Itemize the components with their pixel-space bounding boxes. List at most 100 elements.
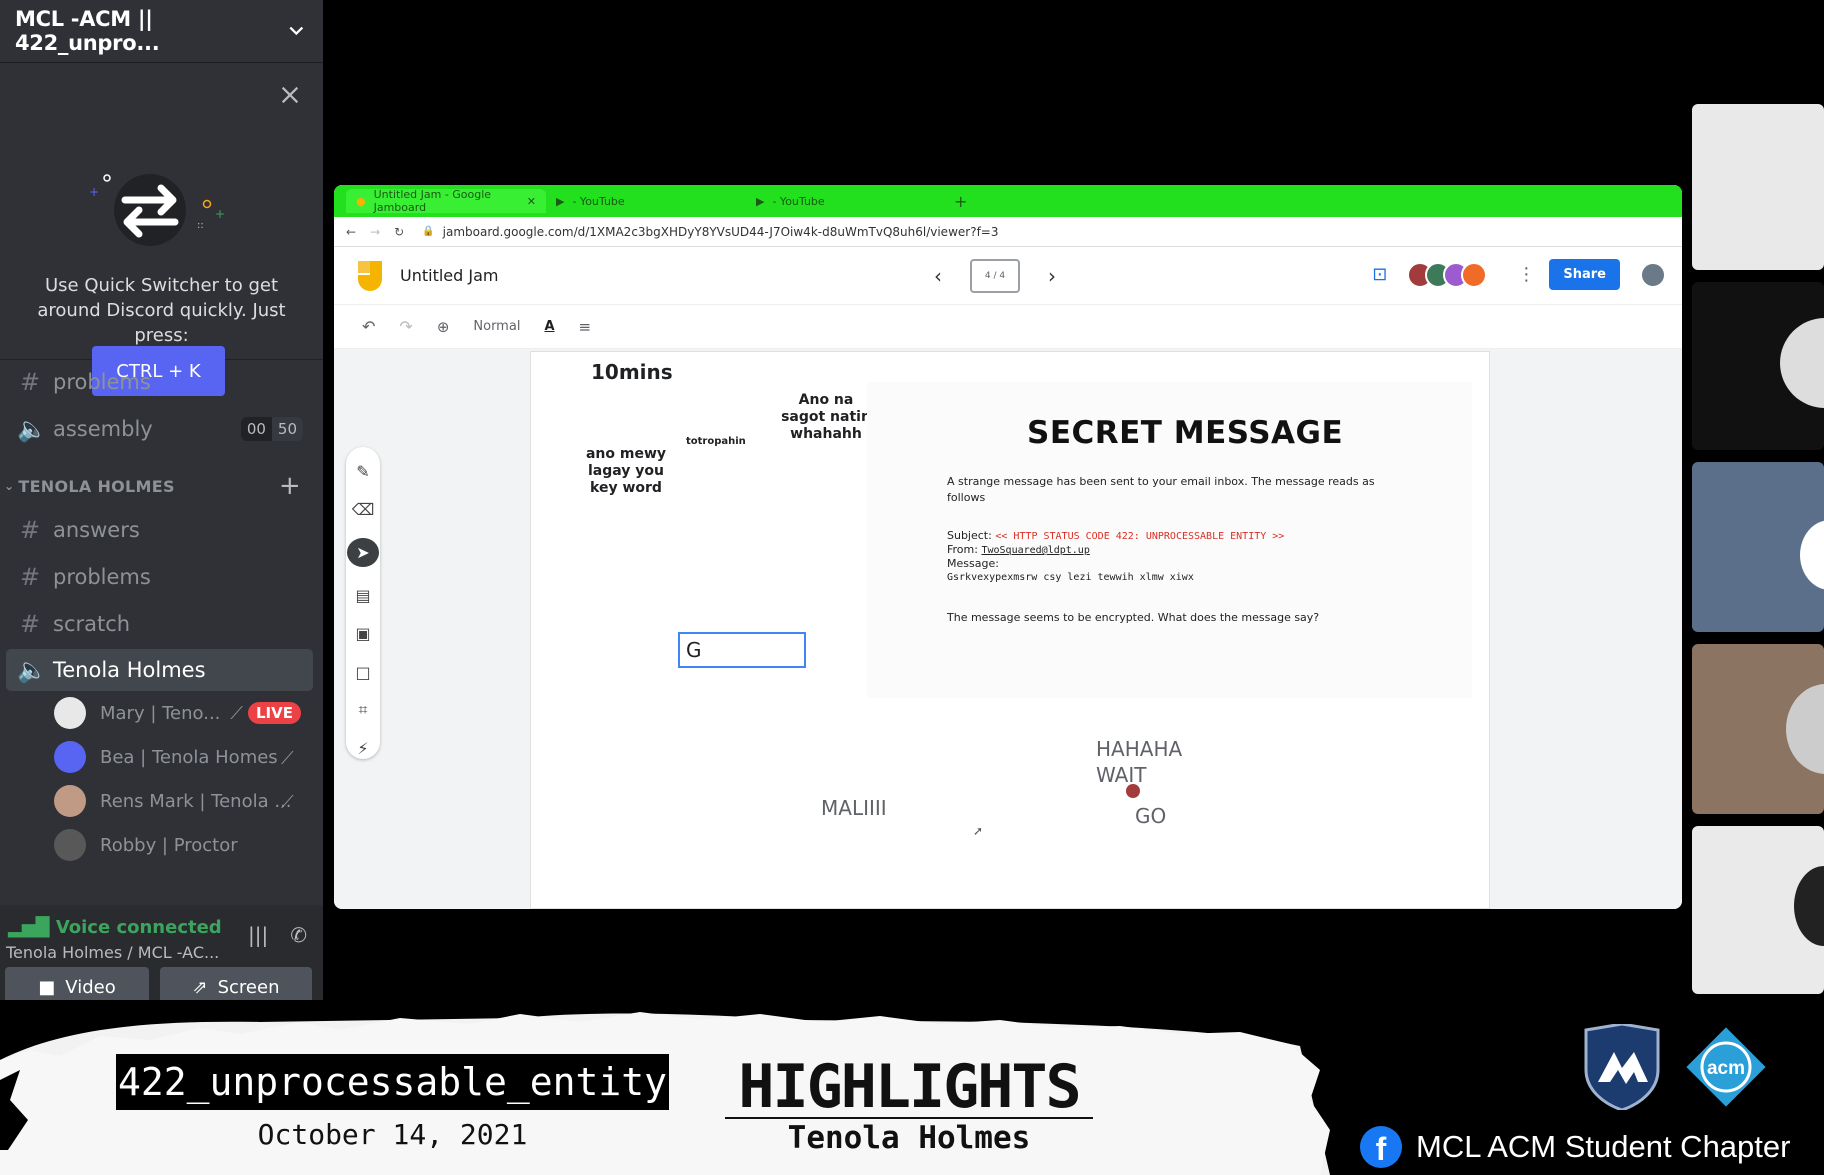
jamboard-logo-icon xyxy=(358,260,382,291)
category-tenola-holmes[interactable]: ⌄ TENOLA HOLMES + xyxy=(0,466,323,506)
participant-tile[interactable] xyxy=(1692,282,1824,450)
server-name: MCL -ACM || 422_unpro... xyxy=(15,7,160,55)
sticky-note-icon[interactable]: ▤ xyxy=(352,585,374,605)
close-icon[interactable] xyxy=(279,84,301,106)
sticky-timer[interactable]: 10mins xyxy=(591,360,673,384)
noise-suppression-icon[interactable]: ||| xyxy=(248,923,268,947)
url-input[interactable]: jamboard.google.com/d/1XMA2c3bgXHDyY8YVs… xyxy=(443,225,999,239)
collaborator-avatars xyxy=(1407,261,1488,288)
voice-member-rens[interactable]: Rens Mark | Tenola ... ⟋ xyxy=(0,779,323,823)
jam-title[interactable]: Untitled Jam xyxy=(400,266,498,285)
account-avatar[interactable] xyxy=(1640,261,1666,288)
mouse-pointer-icon: ➚ xyxy=(973,824,984,838)
svg-text:+: + xyxy=(215,207,225,221)
voice-controls: ||| ✆ xyxy=(248,923,307,947)
image-icon[interactable]: ▣ xyxy=(352,624,374,644)
chapter-credit: f MCL ACM Student Chapter xyxy=(1360,1126,1790,1168)
secret-message-image[interactable]: SECRET MESSAGE A strange message has bee… xyxy=(867,382,1472,698)
speaker-icon: 🔈 xyxy=(17,656,47,684)
eraser-icon[interactable]: ⌫ xyxy=(352,499,375,519)
undo-icon[interactable]: ↶ xyxy=(362,317,375,336)
back-icon[interactable]: ← xyxy=(346,225,356,239)
sticky-totropahin[interactable]: totropahin xyxy=(686,436,746,448)
select-icon[interactable]: ➤ xyxy=(347,537,379,568)
voice-member-bea[interactable]: Bea | Tenola Homes ⟋ xyxy=(0,735,323,779)
present-icon[interactable]: ⊡ xyxy=(1372,264,1387,285)
close-tab-icon[interactable]: ✕ xyxy=(527,195,536,208)
swap-arrows-icon: + + :: xyxy=(89,174,225,246)
jam-board[interactable]: 10mins Ano na sagot natin whahahh totrop… xyxy=(530,351,1490,909)
prev-frame-icon[interactable]: ‹ xyxy=(934,264,942,288)
category-name: TENOLA HOLMES xyxy=(18,476,175,496)
add-channel-icon[interactable]: + xyxy=(279,471,301,501)
event-date: October 14, 2021 xyxy=(257,1118,528,1151)
participant-tile[interactable] xyxy=(1692,644,1824,814)
chevron-down-icon[interactable] xyxy=(286,20,307,42)
frame-bar-button[interactable]: 4 / 4 xyxy=(970,259,1020,293)
align-icon[interactable]: ≡ xyxy=(579,318,592,336)
screen-share-button[interactable]: ⇗ Screen xyxy=(160,967,312,1000)
tab-youtube-2[interactable]: ▶ - YouTube xyxy=(746,189,946,213)
drawing-tools: ✎ ⌫ ➤ ▤ ▣ □ ⌗ ⚡ xyxy=(346,447,380,759)
channel-answers[interactable]: # answers xyxy=(0,506,323,553)
quick-switcher-card: + + :: Use Quick Switcher to get around … xyxy=(0,62,323,396)
more-options-icon[interactable]: ⋮ xyxy=(1517,264,1535,285)
redo-icon[interactable]: ↷ xyxy=(399,317,412,336)
speaker-icon: 🔈 xyxy=(17,414,47,443)
jamboard-favicon: ● xyxy=(356,194,366,208)
scribble-hahaha[interactable]: HAHAHA xyxy=(1096,737,1182,761)
jamboard-header: Untitled Jam ‹ 4 / 4 › ⊡ ⋮ Share xyxy=(334,247,1682,305)
tab-jamboard[interactable]: ● Untitled Jam - Google Jamboard ✕ xyxy=(346,188,546,214)
mic-muted-icon: ⟋ xyxy=(281,748,294,769)
answer-text-box[interactable]: G xyxy=(678,632,806,668)
discord-sidebar: MCL -ACM || 422_unpro... + + :: Use Quic… xyxy=(0,0,323,1000)
channel-name: scratch xyxy=(53,611,131,636)
share-button[interactable]: Share xyxy=(1549,259,1620,290)
sticky-ano-mewy[interactable]: ano mewy lagay you key word xyxy=(581,446,671,496)
font-size-select[interactable]: Normal xyxy=(473,319,520,334)
channel-list: # problems 🔈 assembly 00 50 ⌄ TENOLA HOL… xyxy=(0,358,323,867)
highlights-subtitle: Tenola Holmes xyxy=(787,1120,1031,1156)
mic-muted-icon: ⟋ xyxy=(230,702,243,724)
server-header[interactable]: MCL -ACM || 422_unpro... xyxy=(0,0,323,62)
forward-icon[interactable]: → xyxy=(370,225,380,239)
laser-icon[interactable]: ⚡ xyxy=(352,739,374,759)
channel-problems-top[interactable]: # problems xyxy=(0,358,323,405)
voice-member-robby[interactable]: Robby | Proctor xyxy=(0,823,323,867)
scribble-maliiii[interactable]: MALIIII xyxy=(821,796,887,820)
text-color-icon[interactable]: A xyxy=(544,319,554,334)
youtube-favicon: ▶ xyxy=(756,194,765,208)
channel-scratch[interactable]: # scratch xyxy=(0,600,323,647)
screen-share-thumbnail[interactable] xyxy=(1692,104,1824,270)
channel-tenola-holmes-voice[interactable]: 🔈 Tenola Holmes xyxy=(6,649,313,691)
avatar xyxy=(1794,866,1824,946)
frame-navigator: ‹ 4 / 4 › xyxy=(934,259,1056,293)
hashtag-icon: # xyxy=(19,609,41,638)
signal-icon: ▂▅█ xyxy=(8,917,50,938)
pen-icon[interactable]: ✎ xyxy=(352,461,374,481)
channel-name: answers xyxy=(53,517,140,542)
user-limit-badge: 00 50 xyxy=(240,416,303,441)
disconnect-icon[interactable]: ✆ xyxy=(290,923,307,947)
participant-tile[interactable] xyxy=(1692,826,1824,994)
text-box-icon[interactable]: ⌗ xyxy=(352,700,374,720)
svg-text:+: + xyxy=(89,185,99,199)
video-button[interactable]: ■ Video xyxy=(5,967,149,1000)
zoom-icon[interactable]: ⊕ xyxy=(437,318,450,336)
reload-icon[interactable]: ↻ xyxy=(394,225,404,239)
new-tab-icon[interactable]: + xyxy=(954,192,967,211)
next-frame-icon[interactable]: › xyxy=(1048,264,1056,288)
tab-youtube-1[interactable]: ▶ - YouTube xyxy=(546,189,746,213)
scribble-go[interactable]: GO xyxy=(1135,804,1166,828)
voice-connection-panel: ▂▅█ Voice connected Tenola Holmes / MCL … xyxy=(0,905,323,1000)
channel-problems[interactable]: # problems xyxy=(0,553,323,600)
channel-name: Tenola Holmes xyxy=(53,658,206,682)
scribble-wait[interactable]: WAIT xyxy=(1096,763,1146,787)
sticky-ano-na[interactable]: Ano na sagot natin whahahh xyxy=(781,392,871,442)
channel-assembly[interactable]: 🔈 assembly 00 50 xyxy=(0,405,323,452)
cursor-avatar xyxy=(1126,784,1140,798)
participant-tile[interactable] xyxy=(1692,462,1824,632)
puzzle-message: Gsrkvexypexmsrw csy lezi tewwih xlmw xiw… xyxy=(947,572,1194,583)
shape-icon[interactable]: □ xyxy=(352,662,374,682)
voice-member-mary[interactable]: Mary | Teno... ⟋ LIVE xyxy=(0,691,323,735)
